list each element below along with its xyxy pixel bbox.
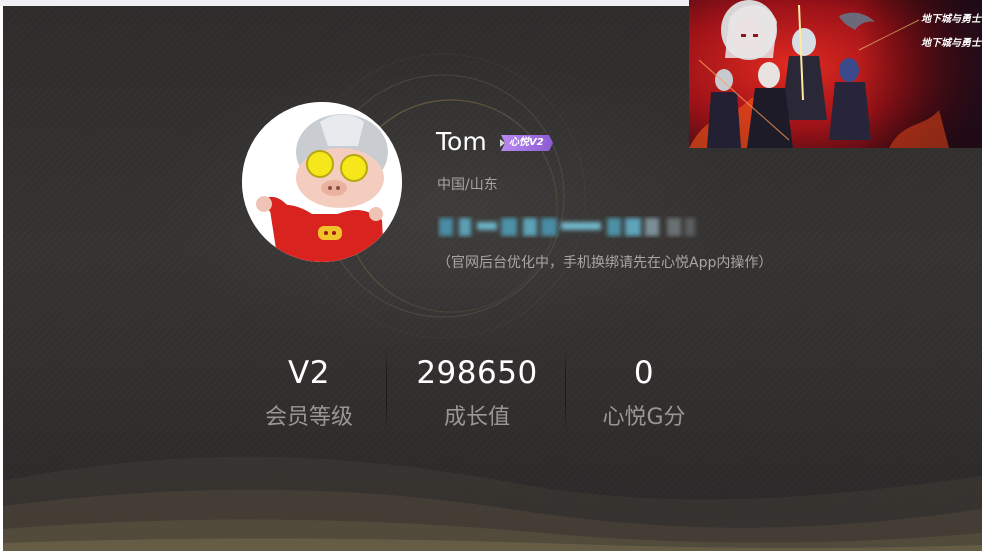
location-text: 中国/山东 <box>437 177 498 193</box>
stat-growth-value-label: 成长值 <box>443 405 510 430</box>
avatar[interactable] <box>242 102 402 262</box>
stat-divider <box>386 350 387 432</box>
phone-rebind-notice: （官网后台优化中，手机换绑请先在心悦App内操作） <box>437 255 773 271</box>
game-ad-banner[interactable]: 地下城与勇士 地下城与勇士 <box>689 0 982 148</box>
stat-growth-value-value: 298650 <box>416 355 538 391</box>
stat-g-points-label: 心悦G分 <box>602 405 686 430</box>
stat-member-level-label: 会员等级 <box>264 405 353 430</box>
game-banner-art: 地下城与勇士 地下城与勇士 <box>689 0 982 148</box>
avatar-cartoon-pig-image <box>242 102 402 262</box>
stat-divider <box>565 350 566 432</box>
svg-text:地下城与勇士: 地下城与勇士 <box>921 37 982 49</box>
stat-growth-value: 298650 成长值 <box>412 353 542 433</box>
stat-g-points-value: 0 <box>633 355 655 391</box>
bottom-wave-decoration <box>3 456 982 551</box>
username: Tom <box>436 127 487 156</box>
vip-badge-text: 心悦V2 <box>509 137 544 148</box>
stat-member-level: V2 会员等级 <box>254 353 364 433</box>
stat-member-level-value: V2 <box>288 355 330 391</box>
svg-text:地下城与勇士: 地下城与勇士 <box>921 13 982 25</box>
stat-g-points: 0 心悦G分 <box>589 353 699 433</box>
masked-phone-number <box>439 218 695 236</box>
